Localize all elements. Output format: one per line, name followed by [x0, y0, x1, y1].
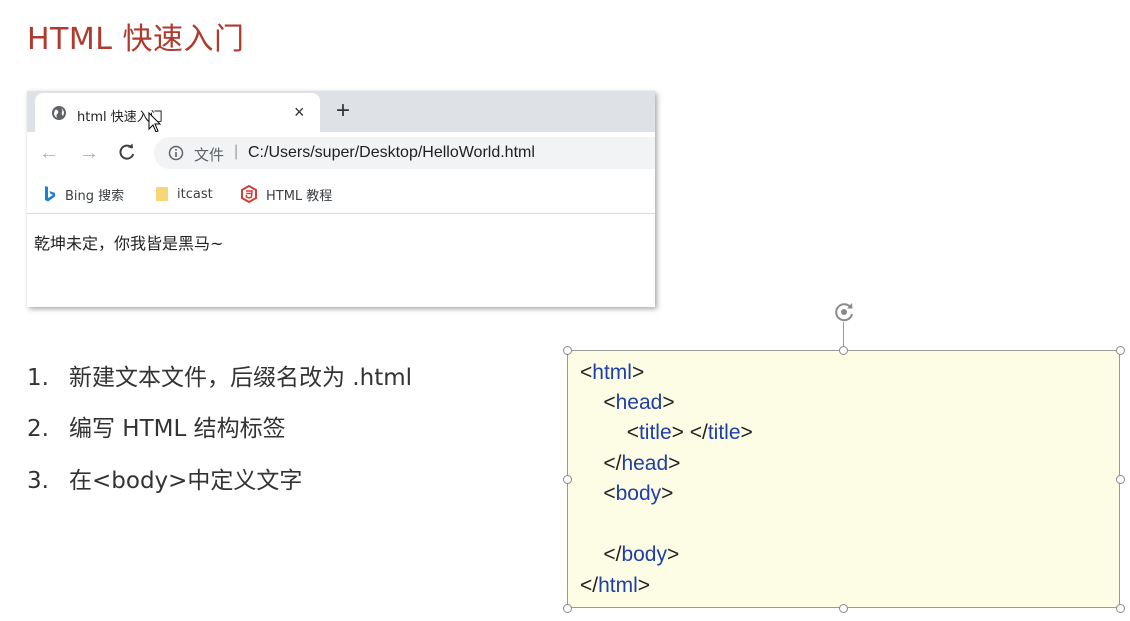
slide-title: HTML 快速入门 — [27, 22, 245, 57]
html5-icon — [241, 185, 257, 203]
code-line: </html> — [580, 574, 651, 597]
step-number: 3. — [27, 468, 49, 494]
code-line: <head> — [603, 391, 675, 414]
code-line: <title> </title> — [626, 421, 753, 444]
code-line: </head> — [603, 452, 681, 475]
code-line: <body> — [603, 482, 674, 505]
resize-handle-top[interactable] — [839, 346, 848, 355]
code-textbox[interactable]: <html> <head> <title> </title> </head> <… — [567, 350, 1120, 608]
resize-handle-top-left[interactable] — [563, 346, 572, 355]
new-tab-button[interactable]: + — [336, 99, 350, 123]
browser-tab[interactable]: html 快速入门 × — [35, 93, 320, 132]
info-icon[interactable] — [168, 145, 184, 161]
list-item: 2. 编写 HTML 结构标签 — [27, 409, 286, 443]
browser-toolbar: ← → 文件 | C:/Users/super/Desktop/HelloWor… — [27, 132, 655, 174]
resize-handle-top-right[interactable] — [1116, 346, 1125, 355]
tab-strip: html 快速入门 × + — [27, 91, 655, 133]
close-icon[interactable]: × — [294, 102, 305, 123]
step-number: 2. — [27, 416, 49, 442]
bookmark-label: Bing 搜索 — [65, 188, 125, 204]
resize-handle-right[interactable] — [1116, 475, 1125, 484]
address-bar[interactable]: 文件 | C:/Users/super/Desktop/HelloWorld.h… — [154, 137, 655, 169]
step-text: 编写 HTML 结构标签 — [69, 416, 286, 442]
browser-window: html 快速入门 × + ← → 文件 | C:/Users/super/De… — [27, 91, 655, 307]
code-line: </body> — [603, 543, 680, 566]
reload-icon[interactable] — [117, 141, 137, 163]
step-text: 新建文本文件，后缀名改为 .html — [69, 365, 413, 391]
list-item: 3. 在<body>中定义文字 — [27, 461, 302, 495]
resize-handle-bottom-left[interactable] — [563, 604, 572, 613]
bookmark-itcast[interactable]: itcast — [155, 184, 213, 204]
forward-button[interactable]: → — [79, 142, 99, 165]
mouse-cursor-icon — [148, 112, 162, 133]
globe-icon — [52, 106, 66, 120]
page-content-text: 乾坤未定，你我皆是黑马~ — [34, 234, 224, 253]
bookmark-bing[interactable]: Bing 搜索 — [43, 184, 124, 204]
back-button[interactable]: ← — [39, 142, 59, 165]
address-separator: | — [234, 143, 239, 160]
bookmark-html-tutorial[interactable]: HTML 教程 — [240, 184, 332, 204]
code-line: <html> — [580, 361, 645, 384]
resize-handle-left[interactable] — [563, 475, 572, 484]
bookmarks-bar: Bing 搜索 itcast HTML 教程 — [27, 174, 655, 214]
resize-handle-bottom[interactable] — [839, 604, 848, 613]
step-number: 1. — [27, 365, 49, 391]
resize-handle-bottom-right[interactable] — [1116, 604, 1125, 613]
bing-icon — [45, 186, 55, 202]
bookmark-label: HTML 教程 — [266, 188, 333, 204]
list-item: 1. 新建文本文件，后缀名改为 .html — [27, 358, 412, 392]
step-text: 在<body>中定义文字 — [69, 468, 303, 494]
address-scheme-label: 文件 — [194, 146, 225, 164]
address-url[interactable]: C:/Users/super/Desktop/HelloWorld.html — [248, 144, 535, 162]
bookmark-label: itcast — [177, 186, 213, 202]
folder-icon — [156, 187, 168, 201]
rotate-icon[interactable] — [832, 300, 856, 324]
